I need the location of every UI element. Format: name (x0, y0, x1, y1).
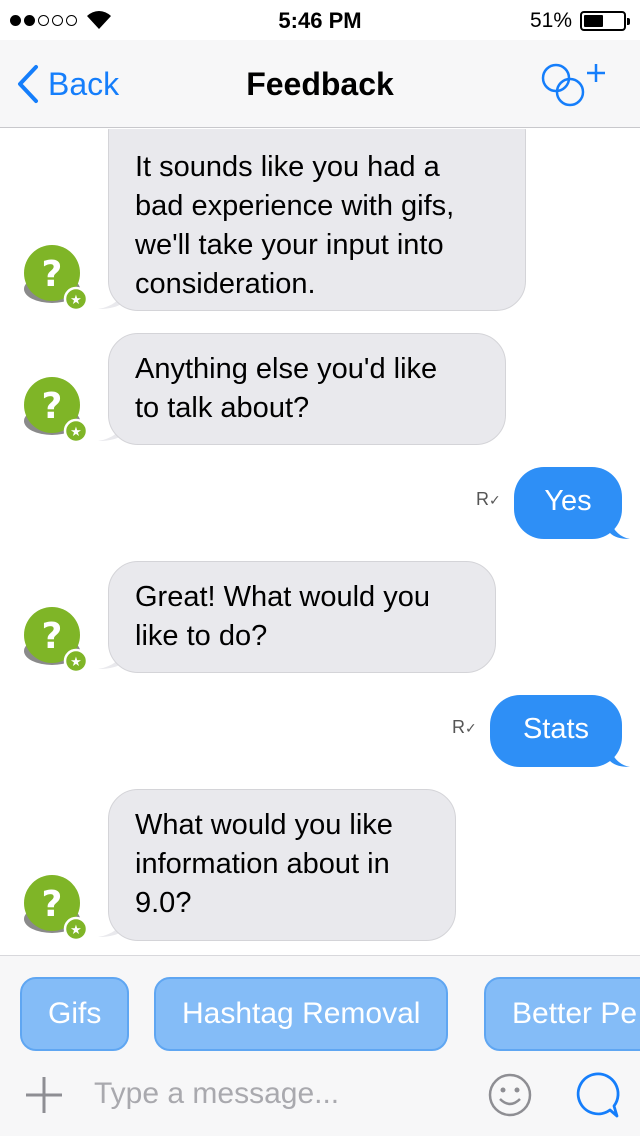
bot-avatar-icon[interactable]: ? ★ (22, 243, 90, 311)
message-bubble-user[interactable]: Yes (514, 467, 622, 539)
message-bubble-bot[interactable]: Great! What would you like to do? (108, 561, 496, 673)
quick-reply-gifs[interactable]: Gifs (20, 977, 130, 1051)
svg-text:?: ? (42, 254, 63, 295)
message-text: bad experience with gifs, (135, 190, 455, 222)
svg-text:?: ? (42, 386, 63, 427)
quick-replies-bar[interactable]: Gifs Hashtag Removal Better Pe (0, 955, 640, 1055)
svg-text:★: ★ (70, 293, 82, 308)
message-text: to talk about? (135, 392, 310, 424)
message-text: Anything else you'd like (135, 353, 438, 385)
bot-avatar-icon[interactable]: ? ★ (22, 873, 90, 941)
status-bar: 5:46 PM 51% (0, 0, 640, 40)
new-group-icon[interactable] (540, 60, 612, 108)
read-receipt-icon: R✓ (452, 717, 477, 737)
send-icon[interactable] (572, 1071, 620, 1119)
svg-text:?: ? (42, 616, 63, 657)
quick-reply-better[interactable]: Better Pe (484, 977, 640, 1051)
svg-text:★: ★ (70, 655, 82, 670)
message-input[interactable]: Type a message... (94, 1077, 339, 1111)
svg-text:★: ★ (70, 923, 82, 938)
message-text: 9.0? (135, 887, 192, 919)
bubble-tail (610, 749, 630, 767)
message-bubble-bot[interactable]: It sounds like you had a bad experience … (108, 129, 526, 311)
read-receipt-icon: R✓ (476, 489, 501, 509)
battery-icon (580, 11, 630, 31)
message-list[interactable]: It sounds like you had a bad experience … (0, 129, 640, 955)
message-text: information about in (135, 848, 390, 880)
message-text: Yes (544, 485, 592, 517)
message-text: like to do? (135, 620, 268, 652)
message-bubble-bot[interactable]: What would you like information about in… (108, 789, 456, 941)
plus-icon[interactable] (24, 1075, 64, 1115)
message-bubble-user[interactable]: Stats (490, 695, 622, 767)
message-text: consideration. (135, 268, 316, 300)
message-text: What would you like (135, 809, 393, 841)
navigation-bar: Back Feedback (0, 40, 640, 128)
message-text: Great! What would you (135, 581, 430, 613)
message-bubble-bot[interactable]: Anything else you'd like to talk about? (108, 333, 506, 445)
emoji-icon[interactable] (488, 1073, 532, 1117)
message-composer: Type a message... (0, 1055, 640, 1136)
bot-avatar-icon[interactable]: ? ★ (22, 375, 90, 443)
svg-text:★: ★ (70, 425, 82, 440)
message-text: It sounds like you had a (135, 151, 440, 183)
message-text: we'll take your input into (135, 229, 444, 261)
quick-reply-hashtag-removal[interactable]: Hashtag Removal (154, 977, 449, 1051)
bubble-tail (610, 521, 630, 539)
message-text: Stats (522, 713, 590, 745)
bot-avatar-icon[interactable]: ? ★ (22, 605, 90, 673)
battery-percent: 51% (529, 9, 572, 32)
svg-text:?: ? (42, 884, 63, 925)
